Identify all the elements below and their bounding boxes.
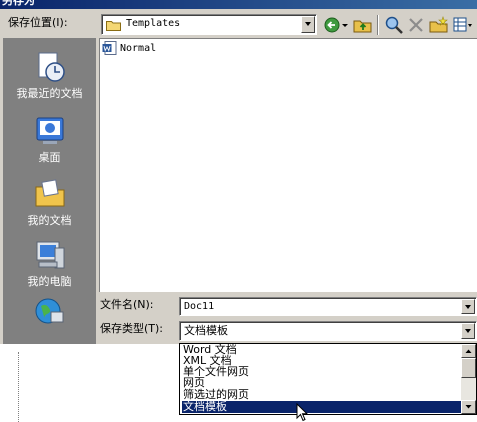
scroll-thumb[interactable] (461, 358, 476, 378)
dropdown-scrollbar[interactable] (461, 344, 476, 414)
filename-label: 文件名(N): (100, 298, 154, 311)
filetype-dropdown-list[interactable]: Word 文档 XML 文档 单个文件网页 网页 筛选过的网页 文档模板 (179, 343, 477, 415)
window-title: 另存为 (2, 0, 35, 7)
place-label: 我的电脑 (27, 275, 72, 288)
filetype-combo[interactable]: 文档模板 (179, 321, 477, 341)
places-bar: 我最近的文档 桌面 我的文档 我的电脑 (3, 38, 96, 344)
save-as-dialog: 另存为 保存位置(I): Templates 我最近的文档 桌面 我的文档 我的… (0, 0, 477, 344)
filename-dropdown-button[interactable] (461, 299, 475, 314)
toolbar-separator (377, 15, 379, 35)
chevron-up-icon (465, 349, 472, 353)
filetype-label: 保存类型(T): (100, 322, 164, 335)
filetype-value: 文档模板 (184, 324, 228, 337)
network-places-icon (35, 298, 63, 324)
file-list[interactable]: Normal (99, 38, 477, 292)
up-folder-icon[interactable] (352, 14, 374, 36)
new-folder-icon[interactable] (428, 14, 450, 36)
search-web-icon[interactable] (383, 14, 405, 36)
save-in-label: 保存位置(I): (8, 16, 68, 29)
back-dropdown-icon[interactable] (340, 14, 350, 36)
place-label: 我的文档 (27, 214, 72, 227)
recent-documents-icon (38, 52, 65, 82)
location-dropdown-button[interactable] (301, 16, 315, 33)
location-value: Templates (126, 18, 181, 29)
scroll-up-button[interactable] (461, 344, 476, 358)
filetype-option-selected[interactable]: 文档模板 (182, 401, 463, 413)
scroll-down-button[interactable] (461, 400, 476, 414)
filename-input[interactable]: Doc11 (184, 300, 214, 313)
filename-combo[interactable]: Doc11 (179, 297, 477, 316)
mouse-cursor-icon (296, 403, 308, 422)
location-combo[interactable]: Templates (101, 14, 317, 35)
folder-icon (106, 21, 121, 31)
file-name: Normal (120, 42, 157, 54)
place-label: 桌面 (38, 151, 61, 164)
place-my-documents[interactable]: 我的文档 (3, 177, 96, 227)
place-recent-documents[interactable]: 我最近的文档 (3, 50, 96, 100)
place-label: 我最近的文档 (16, 87, 83, 100)
place-network[interactable] (3, 296, 96, 330)
title-bar[interactable]: 另存为 (0, 0, 477, 9)
chevron-down-icon (465, 405, 472, 409)
filetype-dropdown-button[interactable] (461, 323, 475, 339)
place-desktop[interactable]: 桌面 (3, 114, 96, 164)
delete-x-icon[interactable] (405, 14, 427, 36)
my-documents-icon (35, 179, 64, 207)
desktop-icon (36, 117, 63, 144)
word-document-icon (102, 41, 117, 55)
page-margin-guide (18, 352, 19, 422)
list-item[interactable]: Normal (102, 41, 156, 55)
place-my-computer[interactable]: 我的电脑 (3, 238, 96, 288)
my-computer-icon (36, 241, 64, 269)
views-grid-icon[interactable] (451, 14, 473, 36)
